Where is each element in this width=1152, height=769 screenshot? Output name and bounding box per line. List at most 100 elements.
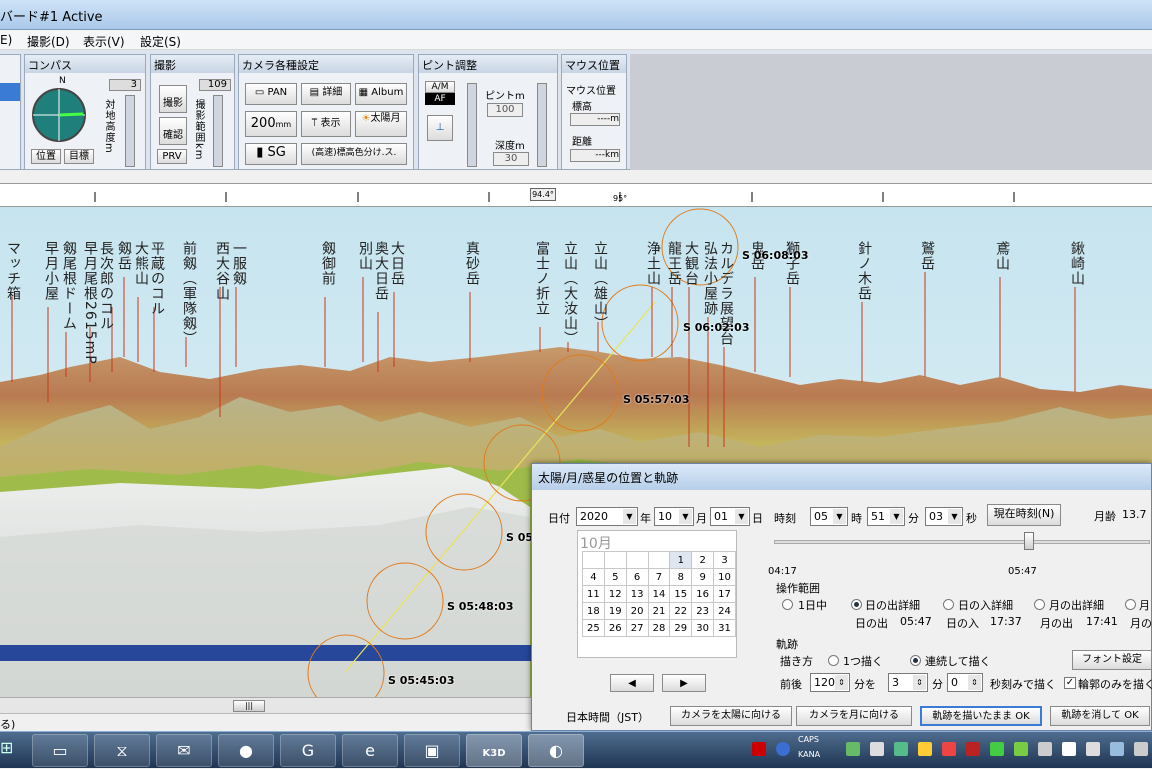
menu-settings[interactable]: 設定(S) bbox=[140, 33, 181, 50]
month-select[interactable]: 10 ▼ bbox=[654, 507, 694, 526]
height-slider[interactable] bbox=[125, 95, 135, 167]
outline-checkbox[interactable]: ✓ bbox=[1064, 677, 1076, 689]
prv-button[interactable]: PRV bbox=[157, 149, 187, 164]
volume-icon[interactable] bbox=[1086, 742, 1100, 756]
calendar-day[interactable]: 2 bbox=[691, 551, 715, 569]
calendar-day[interactable]: 17 bbox=[713, 585, 736, 603]
peak-label[interactable]: マッチ箱 bbox=[3, 241, 23, 301]
shoot-button[interactable]: 撮影 bbox=[159, 85, 187, 113]
focal-200-button[interactable]: 200mm bbox=[245, 111, 297, 137]
calendar-day[interactable]: 16 bbox=[691, 585, 715, 603]
calendar-day[interactable]: 12 bbox=[603, 585, 627, 603]
explorer-icon[interactable]: ▭ bbox=[32, 734, 88, 767]
peak-label[interactable]: 前剱（軍隊剱） bbox=[179, 241, 199, 346]
calendar-day[interactable]: 24 bbox=[713, 602, 736, 620]
firefox-icon[interactable]: ● bbox=[218, 734, 274, 767]
focus-slider[interactable] bbox=[467, 83, 477, 167]
calendar-day[interactable] bbox=[603, 551, 627, 569]
tray-icon[interactable] bbox=[942, 742, 956, 756]
scroll-thumb[interactable]: ||| bbox=[233, 700, 265, 712]
detail-button[interactable]: ▤ 詳細 bbox=[301, 83, 351, 105]
time-slider-thumb[interactable] bbox=[1024, 532, 1034, 550]
calendar-day[interactable]: 8 bbox=[669, 568, 693, 586]
peak-label[interactable]: 鳶山 bbox=[992, 241, 1012, 271]
peak-label[interactable]: 平蔵のコル bbox=[147, 241, 167, 316]
calendar-day[interactable]: 30 bbox=[691, 619, 715, 637]
calendar-day[interactable]: 21 bbox=[647, 602, 671, 620]
peak-label[interactable]: 立山（大汝山） bbox=[560, 241, 580, 346]
peak-label[interactable]: 鍬崎山 bbox=[1067, 241, 1087, 286]
sun-app-icon[interactable]: ◐ bbox=[528, 734, 584, 767]
h-scrollbar[interactable]: ||| bbox=[0, 698, 535, 714]
calendar-day[interactable]: 25 bbox=[582, 619, 605, 637]
peak-label[interactable]: 剱尾根ドーム bbox=[59, 241, 79, 331]
menu-shoot[interactable]: 撮影(D) bbox=[27, 33, 70, 50]
calendar-day[interactable] bbox=[582, 551, 605, 569]
ie-icon[interactable]: e bbox=[342, 734, 398, 767]
camera-to-moon-button[interactable]: カメラを月に向ける bbox=[796, 706, 912, 726]
acrobat-icon[interactable] bbox=[752, 742, 766, 756]
range-slider[interactable] bbox=[213, 95, 223, 167]
range-radio[interactable] bbox=[782, 599, 793, 610]
calendar-day[interactable]: 23 bbox=[691, 602, 715, 620]
peak-label[interactable]: 立山（雄山） bbox=[590, 241, 610, 331]
calendar-day[interactable]: 18 bbox=[582, 602, 605, 620]
year-select[interactable]: 2020 ▼ bbox=[576, 507, 638, 526]
calendar-day[interactable]: 15 bbox=[669, 585, 693, 603]
peak-label[interactable]: 大日岳 bbox=[387, 241, 407, 286]
draw-once-radio[interactable] bbox=[828, 655, 839, 666]
next-month-button[interactable]: ▶ bbox=[662, 674, 706, 692]
color-mode-button[interactable]: (高速)標高色分け.ス. bbox=[301, 143, 407, 165]
af-indicator[interactable]: AF bbox=[425, 93, 455, 105]
calendar-day[interactable]: 11 bbox=[582, 585, 605, 603]
peak-label[interactable]: 富士ノ折立 bbox=[532, 241, 552, 316]
calendar-day[interactable]: 26 bbox=[603, 619, 627, 637]
calendar-day[interactable] bbox=[647, 551, 671, 569]
camera-to-sun-button[interactable]: カメラを太陽に向ける bbox=[670, 706, 792, 726]
range-radio[interactable] bbox=[1125, 599, 1136, 610]
font-settings-button[interactable]: フォント設定 bbox=[1072, 650, 1152, 670]
tray-icon[interactable] bbox=[990, 742, 1004, 756]
calendar-day[interactable]: 10 bbox=[713, 568, 736, 586]
calendar-day[interactable]: 4 bbox=[582, 568, 605, 586]
draw-continuous-radio[interactable] bbox=[910, 655, 921, 666]
range-radio-selected[interactable] bbox=[851, 599, 862, 610]
menu-view[interactable]: 表示(V) bbox=[83, 33, 125, 50]
minute-select[interactable]: 51 ▼ bbox=[867, 507, 905, 526]
sec-stepper[interactable]: 0 ⇕ bbox=[947, 673, 983, 692]
am-button[interactable]: A/M bbox=[425, 81, 455, 93]
calendar-day[interactable]: 22 bbox=[669, 602, 693, 620]
calendar-day[interactable]: 5 bbox=[603, 568, 627, 586]
sunmoon-button[interactable]: ☀太陽月 bbox=[355, 111, 407, 137]
tray-icon[interactable] bbox=[1134, 742, 1148, 756]
tray-icon[interactable] bbox=[1014, 742, 1028, 756]
calendar-day[interactable]: 7 bbox=[647, 568, 671, 586]
around-stepper[interactable]: 120 ⇕ bbox=[810, 673, 850, 692]
range-radio[interactable] bbox=[1034, 599, 1045, 610]
help-icon[interactable] bbox=[776, 742, 790, 756]
target-button[interactable]: 目標 bbox=[64, 149, 94, 164]
calendar-day[interactable] bbox=[625, 551, 649, 569]
tray-icon[interactable] bbox=[918, 742, 932, 756]
g-app-icon[interactable]: G bbox=[280, 734, 336, 767]
mail-icon[interactable]: ✉ bbox=[156, 734, 212, 767]
menu-edit[interactable]: E) bbox=[0, 33, 12, 47]
step-stepper[interactable]: 3 ⇕ bbox=[888, 673, 928, 692]
prev-month-button[interactable]: ◀ bbox=[610, 674, 654, 692]
now-button[interactable]: 現在時刻(N) bbox=[987, 504, 1061, 526]
sg-button[interactable]: ▮ SG bbox=[245, 143, 297, 165]
second-select[interactable]: 03 ▼ bbox=[925, 507, 963, 526]
calendar-day[interactable]: 6 bbox=[625, 568, 649, 586]
pan-button[interactable]: ▭ PAN bbox=[245, 83, 297, 105]
network-icon[interactable] bbox=[1110, 742, 1124, 756]
calendar-day[interactable]: 31 bbox=[713, 619, 736, 637]
tray-icon[interactable] bbox=[846, 742, 860, 756]
start-icon[interactable]: ⊞ bbox=[0, 738, 13, 757]
peak-label[interactable]: 浄土山 bbox=[643, 241, 663, 286]
focus-target-icon[interactable]: ⊥ bbox=[427, 115, 453, 141]
depth-slider[interactable] bbox=[537, 83, 547, 167]
peak-label[interactable]: 真砂岳 bbox=[462, 241, 482, 286]
tray-icon[interactable] bbox=[1038, 742, 1052, 756]
range-radio[interactable] bbox=[943, 599, 954, 610]
day-select[interactable]: 01 ▼ bbox=[710, 507, 750, 526]
